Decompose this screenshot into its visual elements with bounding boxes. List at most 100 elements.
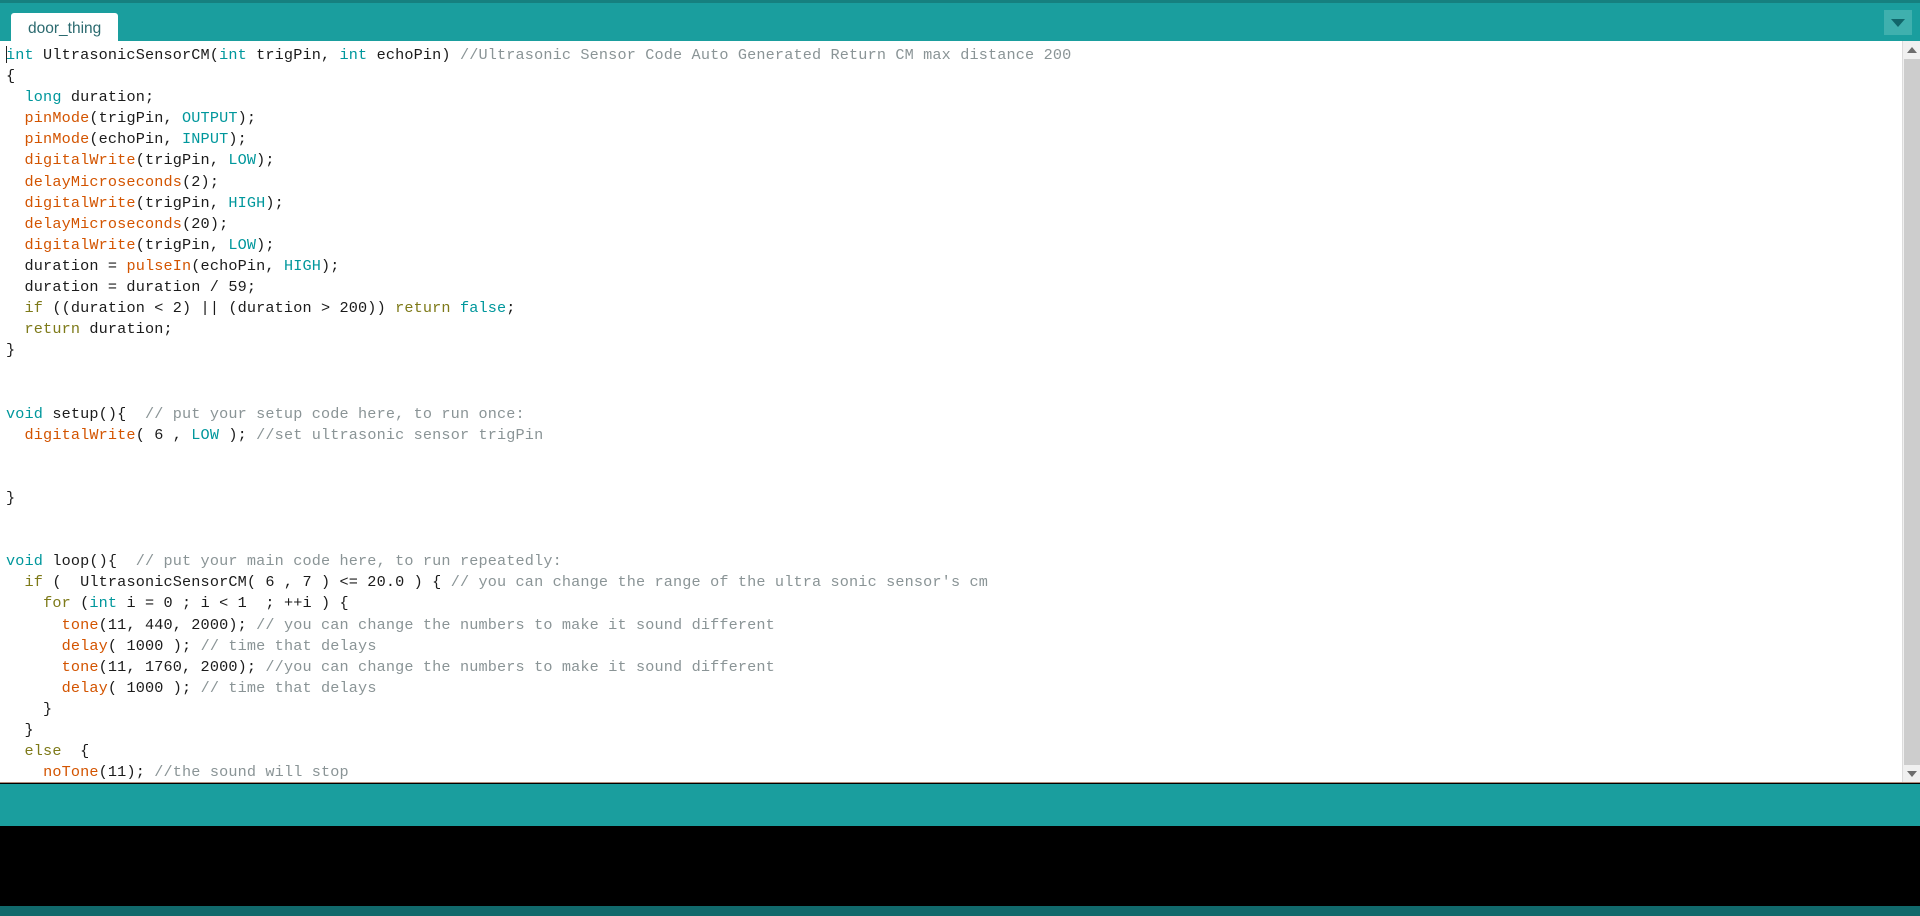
code-token-kw: long	[24, 88, 62, 107]
code-token-kw: OUTPUT	[182, 109, 238, 128]
code-token-kw: LOW	[228, 151, 257, 170]
code-line: pinMode(echoPin, INPUT);	[6, 129, 1902, 150]
code-token-txt: duration;	[61, 88, 155, 107]
code-line: }	[6, 720, 1902, 741]
code-line: }	[6, 699, 1902, 720]
code-token-fn: delay	[61, 678, 108, 697]
bottom-bar	[0, 906, 1920, 916]
code-token-txt: (11);	[98, 763, 155, 782]
code-token-kw: false	[459, 299, 507, 318]
code-editor-area: int UltrasonicSensorCM(int trigPin, int …	[0, 41, 1920, 783]
code-token-txt: }	[6, 699, 53, 718]
source-code[interactable]: int UltrasonicSensorCM(int trigPin, int …	[0, 41, 1902, 782]
code-token-txt: (11, 440, 2000);	[98, 615, 257, 634]
code-token-kw: void	[6, 404, 44, 423]
tab-menu-button[interactable]	[1884, 10, 1912, 35]
code-token-kw: int	[339, 46, 368, 64]
code-line: void loop(){ // put your main code here,…	[6, 551, 1902, 572]
code-token-txt: (trigPin,	[135, 235, 229, 254]
code-token-kw: void	[6, 552, 44, 571]
editor-vertical-scrollbar[interactable]	[1902, 41, 1920, 782]
code-line: ​	[6, 383, 1902, 404]
code-token-kw: int	[219, 46, 247, 64]
sketch-tab-door-thing[interactable]: door_thing	[11, 13, 119, 44]
code-token-txt: (echoPin,	[89, 130, 183, 149]
code-line: duration = duration / 59;	[6, 277, 1902, 298]
code-line: digitalWrite(trigPin, LOW);	[6, 235, 1902, 256]
code-line: ​	[6, 530, 1902, 551]
code-token-cmt: //set ultrasonic sensor trigPin	[256, 425, 544, 444]
code-token-txt: ( 1000 );	[107, 678, 201, 697]
code-token-kw: int	[89, 594, 118, 613]
text-cursor	[6, 46, 7, 63]
code-token-txt: duration =	[6, 256, 127, 275]
code-token-txt: echoPin)	[367, 46, 460, 64]
scrollbar-thumb[interactable]	[1904, 59, 1920, 765]
code-token-txt: ( UltrasonicSensorCM( 6 , 7 ) <= 20.0 ) …	[43, 573, 451, 592]
scrollbar-down-button[interactable]	[1903, 765, 1920, 782]
chevron-down-icon	[1891, 18, 1905, 27]
code-editor[interactable]: int UltrasonicSensorCM(int trigPin, int …	[0, 41, 1902, 782]
status-band	[0, 784, 1920, 826]
code-token-cmt: // time that delays	[200, 678, 377, 697]
code-token-kw: LOW	[228, 235, 257, 254]
code-token-txt: i = 0 ; i < 1 ; ++i ) {	[117, 594, 349, 613]
code-line: digitalWrite( 6 , LOW ); //set ultrasoni…	[6, 425, 1902, 446]
code-token-fn: digitalWrite	[24, 235, 136, 254]
code-token-ctrl: for	[43, 594, 71, 613]
code-token-cmt: // put your main code here, to run repea…	[135, 552, 562, 571]
code-token-cmt: //you can change the numbers to make it …	[265, 657, 775, 676]
code-token-txt: );	[237, 109, 257, 128]
sketch-tab-bar: door_thing	[0, 0, 1920, 44]
code-token-cmt: // time that delays	[200, 636, 377, 655]
code-line: ​	[6, 467, 1902, 488]
code-line: void setup(){ // put your setup code her…	[6, 404, 1902, 425]
code-token-fn: noTone	[43, 763, 99, 782]
code-line: if ((duration < 2) || (duration > 200)) …	[6, 298, 1902, 319]
code-token-txt: duration;	[80, 320, 173, 339]
code-line: {	[6, 66, 1902, 87]
code-token-txt: }	[6, 341, 16, 360]
code-token-fn: digitalWrite	[24, 425, 136, 444]
code-line: }	[6, 340, 1902, 361]
code-token-fn: pulseIn	[126, 256, 192, 275]
code-token-ctrl: return	[395, 299, 451, 318]
code-token-fn: delay	[61, 636, 108, 655]
code-token-txt: ( 1000 );	[107, 636, 201, 655]
code-line: ​	[6, 446, 1902, 467]
chevron-down-icon	[1906, 770, 1917, 777]
code-token-kw: int	[6, 46, 34, 64]
code-token-txt: duration = duration / 59;	[6, 278, 257, 297]
code-line: tone(11, 1760, 2000); //you can change t…	[6, 657, 1902, 678]
code-token-txt: loop(){	[43, 552, 136, 571]
code-token-txt: );	[265, 193, 284, 212]
code-token-txt: );	[256, 151, 275, 170]
code-token-txt: );	[256, 235, 275, 254]
code-line: tone(11, 440, 2000); // you can change t…	[6, 615, 1902, 636]
code-token-txt: ((duration < 2) || (duration > 200))	[43, 299, 396, 318]
chevron-up-icon	[1906, 46, 1917, 53]
code-token-txt: }	[6, 488, 16, 507]
code-token-txt: }	[6, 721, 34, 739]
code-token-txt: {	[6, 67, 16, 86]
scrollbar-up-button[interactable]	[1903, 41, 1920, 58]
code-line: if ( UltrasonicSensorCM( 6 , 7 ) <= 20.0…	[6, 572, 1902, 593]
code-token-cmt: // you can change the range of the ultra…	[450, 573, 988, 592]
code-token-txt: (20);	[182, 214, 229, 233]
sketch-tab-label: door_thing	[28, 19, 102, 37]
